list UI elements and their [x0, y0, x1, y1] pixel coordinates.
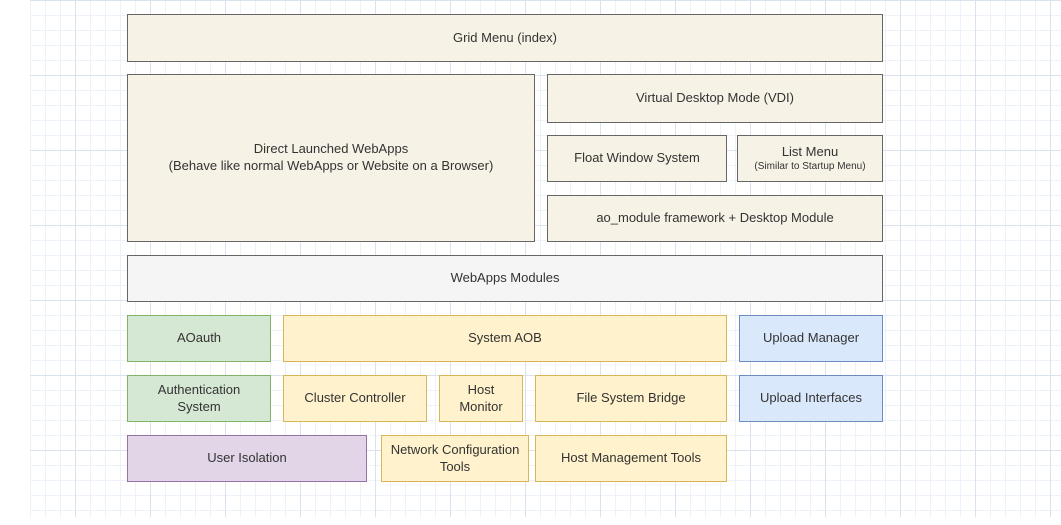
node-float-window-system: Float Window System [547, 135, 727, 182]
node-grid-menu: Grid Menu (index) [127, 14, 883, 62]
node-webapps-modules-label: WebApps Modules [451, 270, 560, 287]
node-system-aob-label: System AOB [468, 330, 542, 347]
page-left-margin [0, 0, 30, 525]
node-cluster-controller: Cluster Controller [283, 375, 427, 422]
node-authentication-system-label: Authentication System [136, 382, 262, 416]
node-upload-manager-label: Upload Manager [763, 330, 859, 347]
node-host-monitor: Host Monitor [439, 375, 523, 422]
node-direct-launched-webapps: Direct Launched WebApps (Behave like nor… [127, 74, 535, 242]
node-network-configuration-tools-label: Network Configuration Tools [390, 442, 520, 476]
node-host-monitor-label: Host Monitor [448, 382, 514, 416]
node-virtual-desktop-mode-label: Virtual Desktop Mode (VDI) [636, 90, 794, 107]
node-virtual-desktop-mode: Virtual Desktop Mode (VDI) [547, 74, 883, 123]
node-system-aob: System AOB [283, 315, 727, 362]
node-direct-launched-webapps-line2: (Behave like normal WebApps or Website o… [169, 158, 494, 175]
node-webapps-modules: WebApps Modules [127, 255, 883, 302]
node-direct-launched-webapps-line1: Direct Launched WebApps [254, 141, 408, 158]
node-grid-menu-label: Grid Menu (index) [453, 30, 557, 47]
node-host-management-tools: Host Management Tools [535, 435, 727, 482]
node-aoauth: AOauth [127, 315, 271, 362]
node-cluster-controller-label: Cluster Controller [304, 390, 405, 407]
node-authentication-system: Authentication System [127, 375, 271, 422]
node-file-system-bridge: File System Bridge [535, 375, 727, 422]
node-list-menu-subtitle: (Similar to Startup Menu) [754, 161, 865, 173]
node-list-menu-title: List Menu [782, 144, 838, 161]
node-float-window-system-label: Float Window System [574, 150, 700, 167]
node-network-configuration-tools: Network Configuration Tools [381, 435, 529, 482]
node-upload-interfaces-label: Upload Interfaces [760, 390, 862, 407]
page-bottom-margin [0, 517, 1061, 525]
node-user-isolation: User Isolation [127, 435, 367, 482]
diagram-canvas: Grid Menu (index) Direct Launched WebApp… [0, 0, 1061, 525]
node-list-menu: List Menu (Similar to Startup Menu) [737, 135, 883, 182]
node-ao-module-framework-label: ao_module framework + Desktop Module [596, 210, 833, 227]
node-user-isolation-label: User Isolation [207, 450, 286, 467]
node-upload-manager: Upload Manager [739, 315, 883, 362]
node-upload-interfaces: Upload Interfaces [739, 375, 883, 422]
node-ao-module-framework: ao_module framework + Desktop Module [547, 195, 883, 242]
node-file-system-bridge-label: File System Bridge [576, 390, 685, 407]
node-host-management-tools-label: Host Management Tools [561, 450, 701, 467]
node-aoauth-label: AOauth [177, 330, 221, 347]
